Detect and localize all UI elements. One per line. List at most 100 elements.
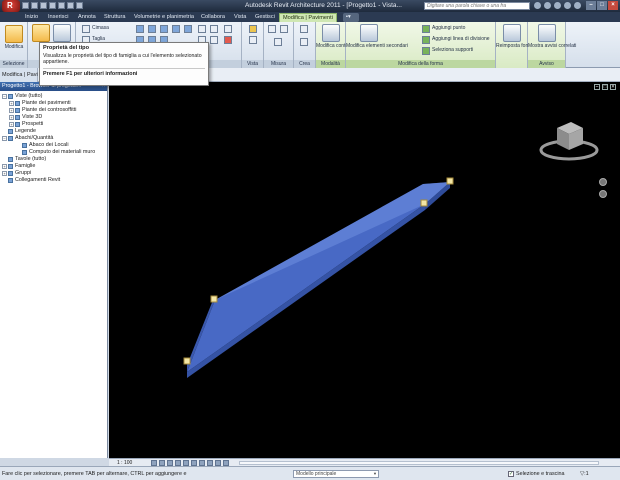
browser-tree-item[interactable]: Collegamenti Revit [0, 177, 107, 184]
tab-collabora[interactable]: Collabora [198, 13, 228, 22]
save-icon[interactable] [31, 2, 38, 9]
edit-boundary-label: Modifica contorno [316, 43, 356, 49]
delete-icon[interactable] [224, 36, 232, 44]
split-icon[interactable] [184, 25, 192, 33]
drag-elements-checkbox[interactable]: ✓ [508, 471, 514, 477]
expand-toggle-icon[interactable]: − [2, 136, 7, 141]
expand-toggle-icon[interactable]: + [9, 101, 14, 106]
align-icon[interactable] [136, 25, 144, 33]
expand-toggle-icon[interactable]: + [2, 164, 7, 169]
browser-tree-item[interactable]: + Viste 3D [0, 114, 107, 121]
viewcube[interactable] [537, 116, 601, 166]
shape-handle[interactable] [446, 177, 454, 185]
expand-toggle-icon[interactable]: + [2, 171, 7, 176]
browser-tree-item[interactable]: Tavole (tutto) [0, 156, 107, 163]
application-menu-button[interactable]: R [2, 0, 20, 12]
panel-label-modalita: Modalità [316, 60, 345, 68]
expand-toggle-icon[interactable]: + [9, 122, 14, 127]
undo-icon[interactable] [40, 2, 47, 9]
edit-boundary-button[interactable] [322, 24, 340, 42]
zoom-icon[interactable] [599, 190, 607, 198]
favorites-icon[interactable] [564, 2, 571, 9]
shape-handle[interactable] [420, 199, 428, 207]
drawing-area-3d-view[interactable]: – □ × [109, 82, 620, 458]
mirror-icon[interactable] [160, 25, 168, 33]
shape-handle[interactable] [183, 357, 191, 365]
status-bar: Fare clic per selezionare, premere TAB p… [0, 466, 620, 480]
measure-icon[interactable] [58, 2, 65, 9]
browser-tree-item[interactable]: Abaco dei Locali [0, 142, 107, 149]
create-part-icon[interactable] [300, 38, 308, 46]
tab-struttura[interactable]: Struttura [101, 13, 128, 22]
tab-gestisci[interactable]: Gestisci [252, 13, 278, 22]
tab-inserisci[interactable]: Inserisci [45, 13, 72, 22]
cope-label[interactable]: Cimasa [92, 25, 109, 31]
offset-icon[interactable] [148, 25, 156, 33]
browser-tree-item[interactable]: + Prospetti [0, 121, 107, 128]
panel-avviso: Mostra avvisi correlati Avviso [528, 22, 576, 68]
tree-node-icon [8, 164, 13, 169]
expand-toggle-icon[interactable]: − [2, 94, 7, 99]
measure-between-icon[interactable] [268, 25, 276, 33]
tree-item-label: Tavole (tutto) [15, 156, 47, 162]
shape-handle[interactable] [210, 295, 218, 303]
scale-icon[interactable] [210, 36, 218, 44]
element-properties-button[interactable] [53, 24, 71, 42]
move-icon[interactable] [198, 25, 206, 33]
aligned-dimension-icon[interactable] [274, 38, 282, 46]
show-warnings-button[interactable] [538, 24, 556, 42]
rotate-icon[interactable] [224, 25, 232, 33]
browser-tree-item[interactable]: + Piante dei controsoffitti [0, 107, 107, 114]
expand-toggle-icon[interactable]: + [9, 115, 14, 120]
edit-subelements-button[interactable] [360, 24, 378, 42]
hide-icon[interactable] [249, 25, 257, 33]
workset-select[interactable]: Modello principale ▼ [293, 470, 379, 478]
tab-annota[interactable]: Annota [75, 13, 99, 22]
open-icon[interactable] [22, 2, 29, 9]
tab-volumetrie[interactable]: Volumetrie e planimetria [131, 13, 197, 22]
tab-vista[interactable]: Vista [231, 13, 249, 22]
browser-tree-item[interactable]: + Piante dei pavimenti [0, 100, 107, 107]
text-icon[interactable] [67, 2, 74, 9]
horizontal-scrollbar[interactable] [239, 461, 599, 465]
steering-wheel-icon[interactable] [599, 178, 607, 186]
3d-view-icon[interactable] [76, 2, 83, 9]
measure-along-icon[interactable] [280, 25, 288, 33]
browser-tree-item[interactable]: Computo dei materiali muro [0, 149, 107, 156]
pick-supports-icon[interactable] [422, 47, 430, 55]
modify-button[interactable] [5, 25, 23, 43]
search-input[interactable]: Digitare una parola chiave o una fra [424, 2, 530, 10]
create-similar-icon[interactable] [300, 25, 308, 33]
type-properties-button[interactable] [32, 24, 50, 42]
add-point-label[interactable]: Aggiungi punto [432, 25, 465, 31]
help-icon[interactable] [574, 2, 581, 9]
copy-icon[interactable] [210, 25, 218, 33]
clipboard-icon[interactable] [82, 25, 90, 33]
expand-toggle-icon[interactable]: + [9, 108, 14, 113]
mirror-draw-icon[interactable] [172, 25, 180, 33]
browser-tree-item[interactable]: − Abachi/Quantità [0, 135, 107, 142]
minimize-button[interactable]: – [586, 1, 596, 10]
browser-tree-item[interactable]: + Gruppi [0, 170, 107, 177]
tooltip-help: Premere F1 per ulteriori informazioni [43, 71, 138, 77]
communication-icon[interactable] [554, 2, 561, 9]
pick-supports-label[interactable]: Seleziona supporti [432, 47, 473, 53]
tab-modifica-pavimenti[interactable]: Modifica | Pavimenti [279, 13, 337, 22]
close-button[interactable]: × [608, 1, 618, 10]
browser-tree-item[interactable]: − Viste (tutto) [0, 93, 107, 100]
add-split-line-icon[interactable] [422, 36, 430, 44]
browser-tree-item[interactable]: + Famiglie [0, 163, 107, 170]
search-icon[interactable] [534, 2, 541, 9]
browser-tree-item[interactable]: Legende [0, 128, 107, 135]
tree-item-label: Viste 3D [22, 114, 43, 120]
tab-inizio[interactable]: Inizio [22, 13, 41, 22]
maximize-button[interactable]: □ [597, 1, 607, 10]
filter-count[interactable]: ▽:1 [580, 467, 589, 480]
add-split-line-label[interactable]: Aggiungi linea di divisione [432, 36, 490, 42]
tab-extra[interactable]: ▪▾ [343, 13, 359, 22]
subscription-icon[interactable] [544, 2, 551, 9]
add-point-icon[interactable] [422, 25, 430, 33]
reset-shape-button[interactable] [503, 24, 521, 42]
override-icon[interactable] [249, 36, 257, 44]
redo-icon[interactable] [49, 2, 56, 9]
